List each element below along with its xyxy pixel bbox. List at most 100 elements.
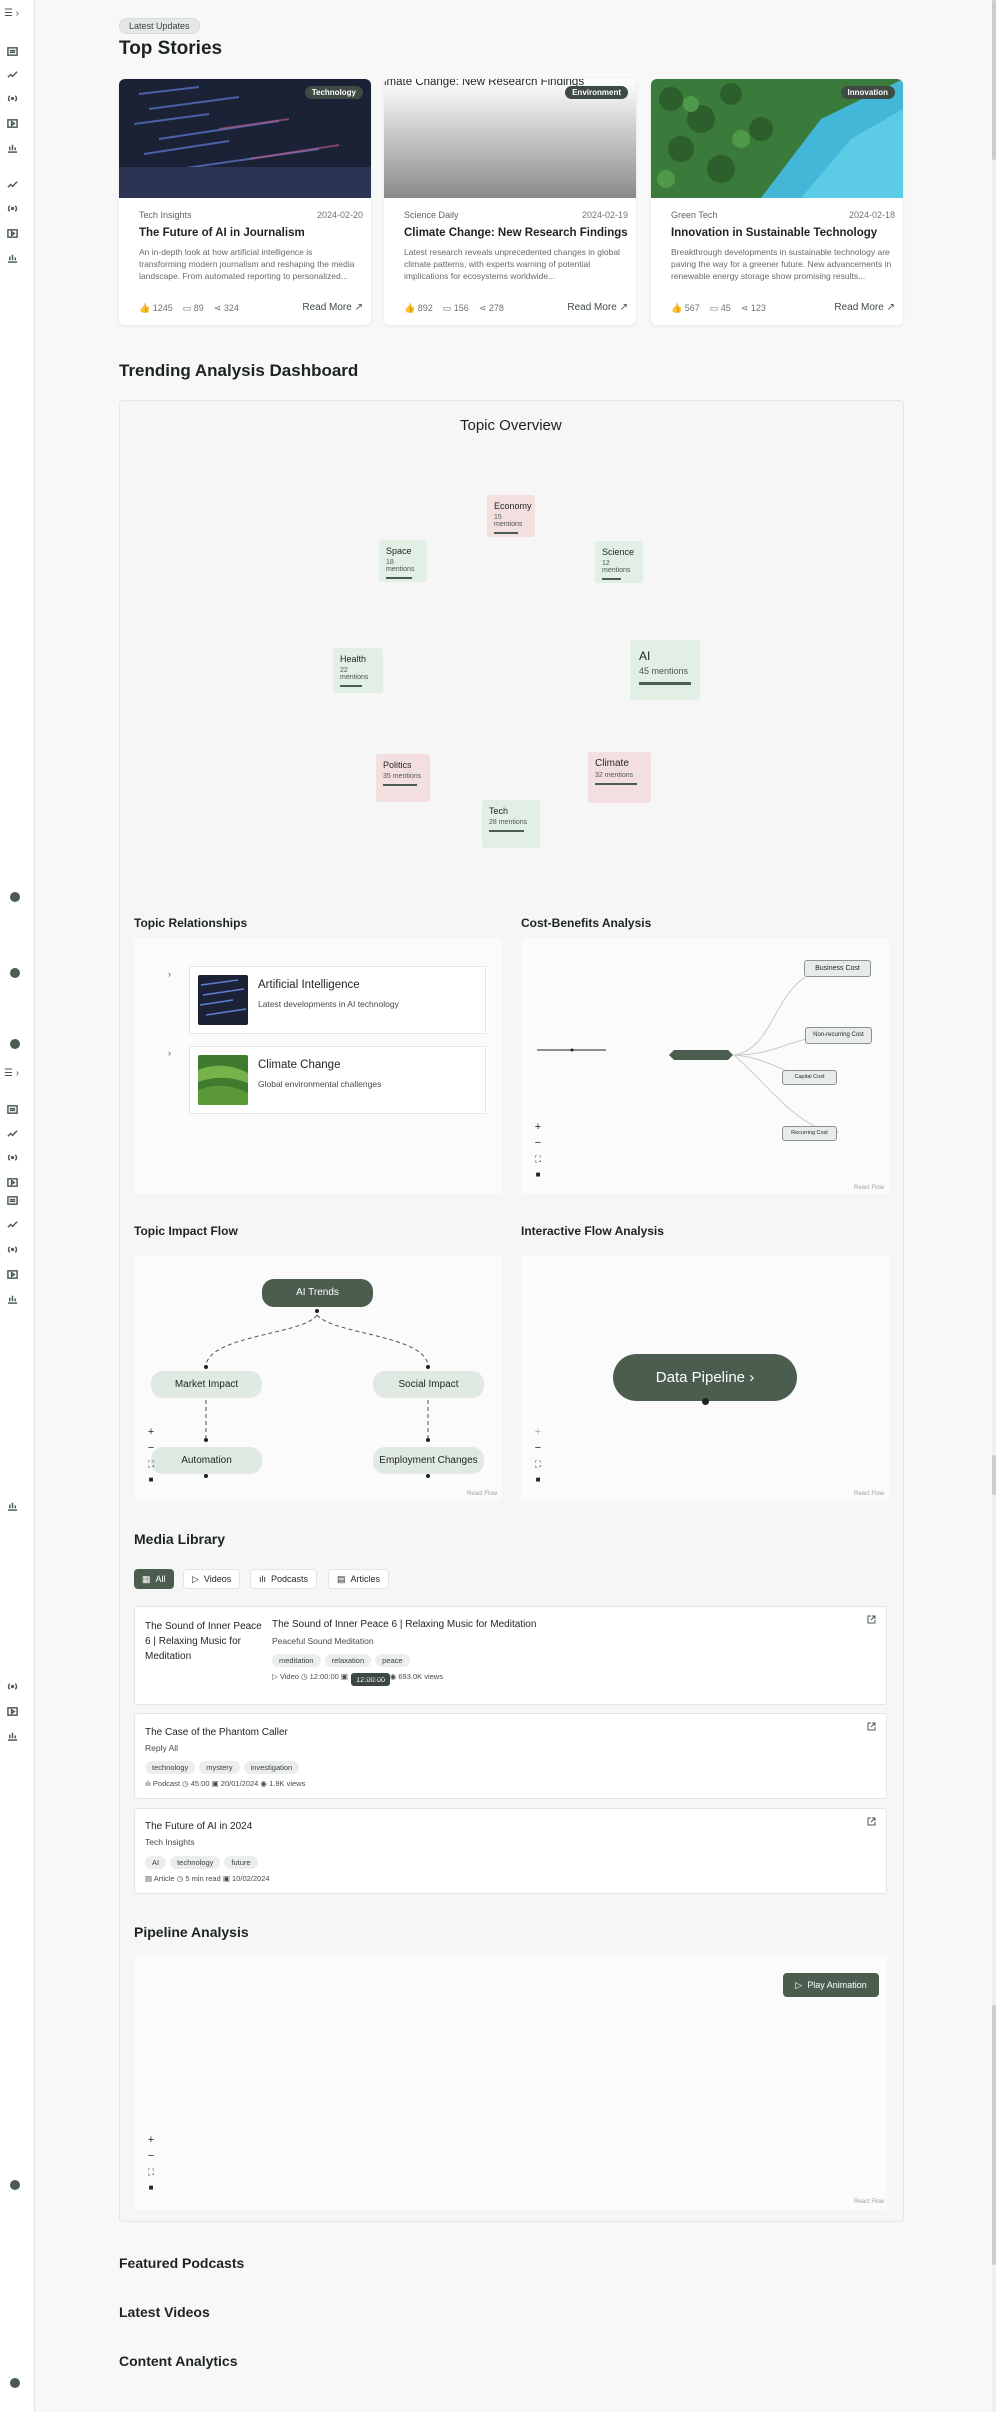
topic-card-politics[interactable]: Politics 35 mentions: [376, 754, 430, 802]
topic-card-economy[interactable]: Economy 15 mentions: [487, 495, 535, 537]
tag-chip[interactable]: meditation: [272, 1654, 321, 1667]
topic-card-tech[interactable]: Tech 28 mentions: [482, 800, 540, 848]
chart-icon[interactable]: [6, 251, 18, 263]
video-icon[interactable]: [6, 1705, 18, 1717]
chart-icon[interactable]: [6, 141, 18, 153]
zoom-out-button[interactable]: −: [532, 1137, 544, 1149]
zoom-out-button[interactable]: −: [145, 1442, 157, 1454]
tag-chip[interactable]: AI: [145, 1856, 167, 1869]
tab-all[interactable]: ▦ All: [134, 1569, 174, 1589]
react-flow-attribution[interactable]: React Flow: [854, 2199, 884, 2205]
external-link-icon[interactable]: [867, 1615, 876, 1624]
lock-icon[interactable]: ■: [532, 1474, 544, 1486]
play-animation-button[interactable]: ▷ Play Animation: [783, 1973, 879, 1997]
zoom-in-button[interactable]: +: [532, 1121, 544, 1133]
external-link-icon[interactable]: [867, 1817, 876, 1826]
broadcast-icon[interactable]: [6, 1151, 18, 1163]
share-count[interactable]: ⋖ 324: [214, 303, 239, 314]
fit-view-button[interactable]: ⛶: [532, 1458, 544, 1470]
capital-cost-node[interactable]: Capital Cost: [782, 1070, 837, 1085]
topic-card-health[interactable]: Health 22 mentions: [333, 648, 383, 693]
card-title[interactable]: The Future of AI in Journalism: [139, 227, 305, 239]
media-item[interactable]: The Case of the Phantom Caller Reply All…: [134, 1713, 887, 1799]
external-link-icon[interactable]: [867, 1722, 876, 1731]
story-card[interactable]: Technology Tech Insights 2024-02-20 The …: [119, 79, 371, 325]
scrollbar[interactable]: [992, 0, 996, 2412]
zoom-in-button[interactable]: +: [532, 1426, 544, 1438]
broadcast-icon[interactable]: [6, 202, 18, 214]
story-card[interactable]: Innovation Green Tech 2024-02-18 Innovat…: [651, 79, 903, 325]
business-cost-node[interactable]: Business Cost: [804, 960, 871, 977]
read-more-link[interactable]: Read More ↗: [567, 302, 628, 313]
lock-icon[interactable]: ■: [145, 1474, 157, 1486]
topic-card-space[interactable]: Space 18 mentions: [379, 540, 427, 582]
trending-icon[interactable]: [6, 68, 18, 80]
scroll-thumb[interactable]: [992, 0, 996, 160]
zoom-in-button[interactable]: +: [145, 2134, 157, 2146]
video-icon[interactable]: [6, 1176, 18, 1188]
social-impact-node[interactable]: Social Impact: [373, 1371, 484, 1398]
relationship-item[interactable]: Climate Change Global environmental chal…: [189, 1046, 486, 1114]
broadcast-icon[interactable]: [6, 1680, 18, 1692]
media-item[interactable]: The Future of AI in 2024 Tech Insights A…: [134, 1808, 887, 1894]
broadcast-icon[interactable]: [6, 92, 18, 104]
chart-icon[interactable]: [6, 1292, 18, 1304]
comment-count[interactable]: ▭ 45: [710, 303, 731, 314]
chevron-right-icon[interactable]: ›: [168, 1048, 171, 1058]
tab-podcasts[interactable]: ılı Podcasts: [250, 1569, 318, 1589]
relationship-item[interactable]: Artificial Intelligence Latest developme…: [189, 966, 486, 1034]
tag-chip[interactable]: future: [224, 1856, 258, 1869]
like-count[interactable]: 👍 892: [404, 303, 433, 314]
zoom-in-button[interactable]: +: [145, 1426, 157, 1438]
newspaper-icon[interactable]: [6, 1103, 18, 1115]
tag-chip[interactable]: peace: [375, 1654, 410, 1667]
tag-chip[interactable]: mystery: [199, 1761, 240, 1774]
recurring-cost-node[interactable]: Recurring Cost: [782, 1126, 837, 1141]
zoom-out-button[interactable]: −: [145, 2150, 157, 2162]
newspaper-icon[interactable]: [6, 45, 18, 57]
like-count[interactable]: 👍 1245: [139, 303, 173, 314]
automation-node[interactable]: Automation: [151, 1447, 262, 1474]
topic-card-ai[interactable]: AI 45 mentions: [630, 640, 700, 700]
lock-icon[interactable]: ■: [145, 2182, 157, 2194]
tab-articles[interactable]: ▤ Articles: [328, 1569, 390, 1589]
scroll-thumb[interactable]: [992, 2005, 996, 2265]
read-more-link[interactable]: Read More ↗: [302, 302, 363, 313]
employment-changes-node[interactable]: Employment Changes: [373, 1447, 484, 1474]
ai-trends-node[interactable]: AI Trends: [262, 1279, 373, 1307]
share-count[interactable]: ⋖ 123: [741, 303, 766, 314]
market-impact-node[interactable]: Market Impact: [151, 1371, 262, 1398]
topic-card-climate[interactable]: Climate 32 mentions: [588, 752, 651, 803]
trending-icon[interactable]: [6, 1218, 18, 1230]
sidebar-toggle[interactable]: ☰ ›: [4, 8, 19, 19]
newspaper-icon[interactable]: [6, 1194, 18, 1206]
data-pipeline-node[interactable]: Data Pipeline ›: [613, 1354, 797, 1401]
tab-videos[interactable]: ▷ Videos: [183, 1569, 241, 1589]
card-title[interactable]: Innovation in Sustainable Technology: [671, 227, 877, 239]
fit-view-button[interactable]: ⛶: [145, 2166, 157, 2178]
media-title[interactable]: The Future of AI in 2024: [145, 1821, 252, 1832]
lock-icon[interactable]: ■: [532, 1169, 544, 1181]
node-handle[interactable]: [702, 1398, 709, 1405]
video-icon[interactable]: [6, 227, 18, 239]
tag-chip[interactable]: relaxation: [324, 1654, 372, 1667]
chart-icon[interactable]: [6, 1729, 18, 1741]
fit-view-button[interactable]: ⛶: [532, 1153, 544, 1165]
react-flow-attribution[interactable]: React Flow: [854, 1491, 884, 1497]
tag-chip[interactable]: investigation: [243, 1761, 300, 1774]
comment-count[interactable]: ▭ 89: [183, 303, 204, 314]
media-item[interactable]: The Sound of Inner Peace 6 | Relaxing Mu…: [134, 1606, 887, 1705]
video-icon[interactable]: [6, 117, 18, 129]
comment-count[interactable]: ▭ 156: [443, 303, 469, 314]
card-title[interactable]: Climate Change: New Research Findings: [404, 227, 628, 239]
non-recurring-cost-node[interactable]: Non-recurring Cost: [805, 1027, 872, 1044]
share-count[interactable]: ⋖ 278: [479, 303, 504, 314]
trending-icon[interactable]: [6, 178, 18, 190]
broadcast-icon[interactable]: [6, 1243, 18, 1255]
zoom-out-button[interactable]: −: [532, 1442, 544, 1454]
trending-icon[interactable]: [6, 1127, 18, 1139]
media-title[interactable]: The Sound of Inner Peace 6 | Relaxing Mu…: [272, 1619, 536, 1630]
fit-view-button[interactable]: ⛶: [145, 1458, 157, 1470]
pipeline-canvas[interactable]: [134, 1955, 887, 2210]
scroll-thumb[interactable]: [992, 1455, 996, 1495]
